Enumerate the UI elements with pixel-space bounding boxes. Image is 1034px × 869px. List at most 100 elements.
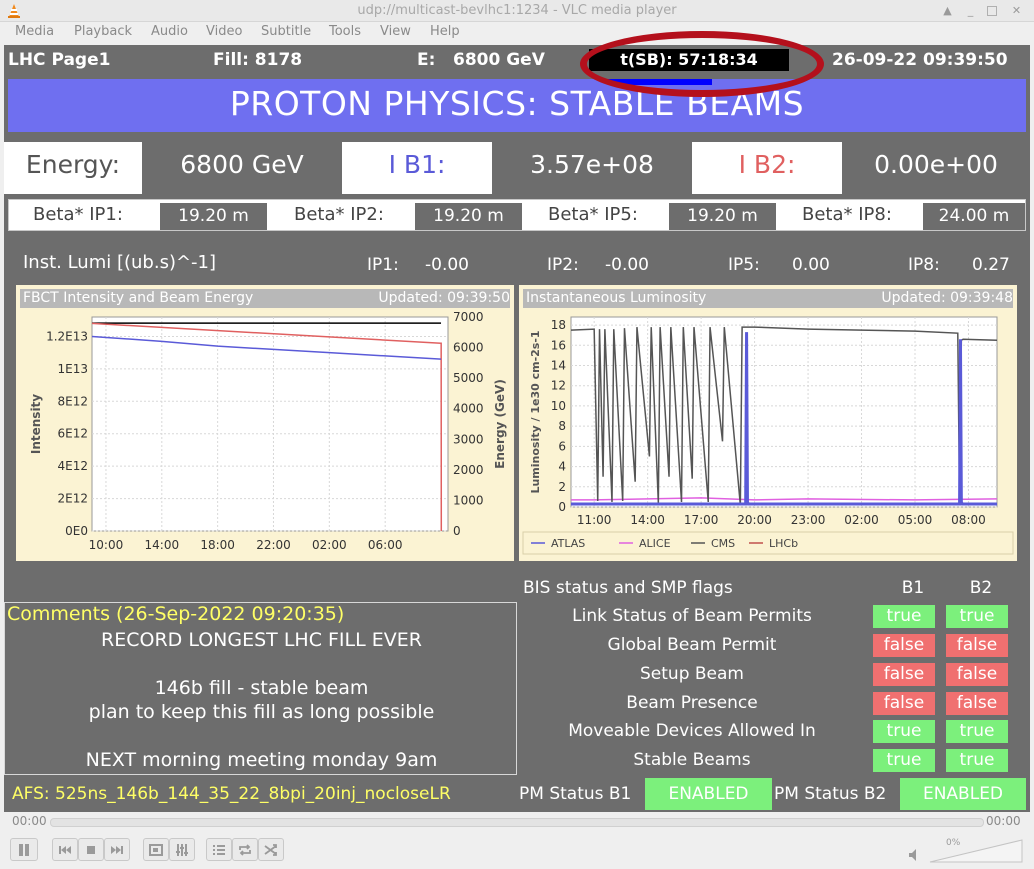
x-tick-label: 22:00	[256, 538, 291, 552]
comment-line: 146b fill - stable beam	[154, 677, 369, 699]
afs-filling-scheme: AFS: 525ns_146b_144_35_22_8bpi_20inj_noc…	[12, 784, 451, 804]
comments-box: Comments (26-Sep-2022 09:20:35) RECORD L…	[4, 602, 517, 775]
y2-tick-label: 7000	[453, 310, 484, 324]
legend-label: LHCb	[769, 537, 798, 550]
menu-tools[interactable]: Tools	[329, 24, 361, 39]
y-tick-label: 18	[551, 318, 566, 332]
beta-ip1-value: 19.20 m	[160, 203, 267, 230]
y2-tick-label: 4000	[453, 402, 484, 416]
menu-playback[interactable]: Playback	[74, 24, 132, 39]
lumi-ip1-value: -0.00	[425, 255, 469, 275]
flag-b1: true	[873, 749, 935, 772]
flag-b2: false	[946, 663, 1008, 686]
speaker-icon[interactable]	[908, 848, 922, 862]
video-area: LHC Page1 Fill: 8178 E: 6800 GeV t(SB): …	[4, 31, 1030, 812]
shuffle-button[interactable]	[258, 838, 284, 861]
shuffle-icon	[264, 844, 277, 856]
comments-title: Comments (26-Sep-2022 09:20:35)	[7, 603, 345, 625]
beta-ip1-label: Beta* IP1:	[33, 204, 123, 225]
pm-b1-value: ENABLED	[645, 778, 772, 810]
x-tick-label: 06:00	[368, 538, 403, 552]
menu-video[interactable]: Video	[206, 24, 242, 39]
flag-b1: false	[873, 634, 935, 657]
menu-audio[interactable]: Audio	[151, 24, 188, 39]
y2-tick-label: 6000	[453, 341, 484, 355]
lumi-ip2-value: -0.00	[605, 255, 649, 275]
maximize-icon[interactable]	[987, 6, 997, 16]
bis-title: BIS status and SMP flags	[523, 578, 733, 598]
bis-row-label: Stable Beams	[633, 750, 751, 770]
y-tick-label: 8	[558, 419, 566, 433]
equalizer-button[interactable]	[169, 838, 195, 861]
beta-ip5-label: Beta* IP5:	[548, 204, 638, 225]
y-tick-label: 10	[551, 399, 566, 413]
playlist-icon	[213, 845, 225, 855]
minimize-icon[interactable]: _	[964, 4, 977, 17]
legend-label: ALICE	[639, 537, 671, 550]
y-tick-label: 16	[551, 338, 566, 352]
menu-subtitle[interactable]: Subtitle	[261, 24, 311, 39]
pause-button[interactable]	[10, 838, 38, 861]
menu-media[interactable]: Media	[15, 24, 54, 39]
flag-b2: true	[946, 720, 1008, 743]
stop-icon	[87, 846, 95, 854]
flag-b1: true	[873, 720, 935, 743]
energy-row-value: 6800 GeV	[142, 142, 342, 194]
x-tick-label: 20:00	[737, 513, 772, 527]
beta-ip5-value: 19.20 m	[669, 203, 776, 230]
previous-button[interactable]	[52, 838, 78, 861]
highlight-ellipse	[580, 31, 824, 97]
fbct-chart: 0E0 2E12 4E12 6E12 8E12 1E13 1.2E13 0 1000 2000 30…	[29, 310, 507, 552]
date-time: 26-09-22 09:39:50	[832, 50, 1008, 70]
x-tick-label: 02:00	[312, 538, 347, 552]
close-icon[interactable]: ✕	[1010, 4, 1023, 17]
y-tick-label: 6E12	[58, 427, 89, 441]
next-button[interactable]	[104, 838, 130, 861]
energy-intensity-row: Energy: 6800 GeV I B1: 3.57e+08 I B2: 0.…	[4, 142, 1030, 194]
lhc-header: LHC Page1 Fill: 8178 E: 6800 GeV t(SB): …	[4, 45, 1030, 75]
flag-b1: false	[873, 663, 935, 686]
player-controls: 0%	[0, 832, 1034, 869]
bis-col-b1: B1	[901, 578, 925, 598]
window-menu-icon[interactable]: ▲	[941, 4, 954, 17]
bis-row-label: Setup Beam	[640, 664, 744, 684]
y-tick-label: 12	[551, 379, 566, 393]
x-tick-label: 14:00	[630, 513, 665, 527]
lumi-ip1-label: IP1:	[367, 255, 399, 275]
energy-label: E:	[417, 50, 436, 70]
y2-tick-label: 3000	[453, 432, 484, 446]
x-tick-label: 11:00	[577, 513, 612, 527]
beta-ip2-label: Beta* IP2:	[294, 204, 384, 225]
y-tick-label: 1E13	[58, 362, 89, 376]
loop-button[interactable]	[232, 838, 258, 861]
menu-view[interactable]: View	[380, 24, 411, 39]
bis-row-label: Global Beam Permit	[607, 635, 777, 655]
y2-tick-label: 1000	[453, 493, 484, 507]
legend-label: CMS	[711, 537, 735, 550]
lumi-panel: Instantaneous Luminosity Updated: 09:39:…	[519, 285, 1017, 561]
fullscreen-button[interactable]	[143, 838, 169, 861]
pm-b2-label: PM Status B2	[774, 784, 887, 804]
flag-b1: true	[873, 605, 935, 628]
menu-help[interactable]: Help	[430, 24, 460, 39]
flag-b2: true	[946, 605, 1008, 628]
y-axis-label: Intensity	[29, 394, 43, 454]
flag-b1: false	[873, 692, 935, 715]
menu-bar: Media Playback Audio Video Subtitle Tool…	[0, 22, 1034, 43]
time-total: 00:00	[986, 814, 1021, 828]
seek-slider[interactable]	[50, 818, 984, 827]
ib1-label: I B1:	[388, 150, 446, 179]
y2-tick-label: 2000	[453, 463, 484, 477]
beta-ip2-value: 19.20 m	[415, 203, 522, 230]
ib1-value: 3.57e+08	[492, 142, 692, 194]
stop-button[interactable]	[78, 838, 104, 861]
beta-ip8-label: Beta* IP8:	[802, 204, 892, 225]
bis-row-label: Beam Presence	[626, 693, 758, 713]
x-tick-label: 18:00	[200, 538, 235, 552]
x-tick-label: 05:00	[898, 513, 933, 527]
y-tick-label: 4E12	[58, 459, 89, 473]
volume-slider[interactable]	[928, 838, 1024, 864]
energy-row-label: Energy:	[25, 150, 121, 179]
flag-b2: true	[946, 749, 1008, 772]
playlist-button[interactable]	[206, 838, 232, 861]
